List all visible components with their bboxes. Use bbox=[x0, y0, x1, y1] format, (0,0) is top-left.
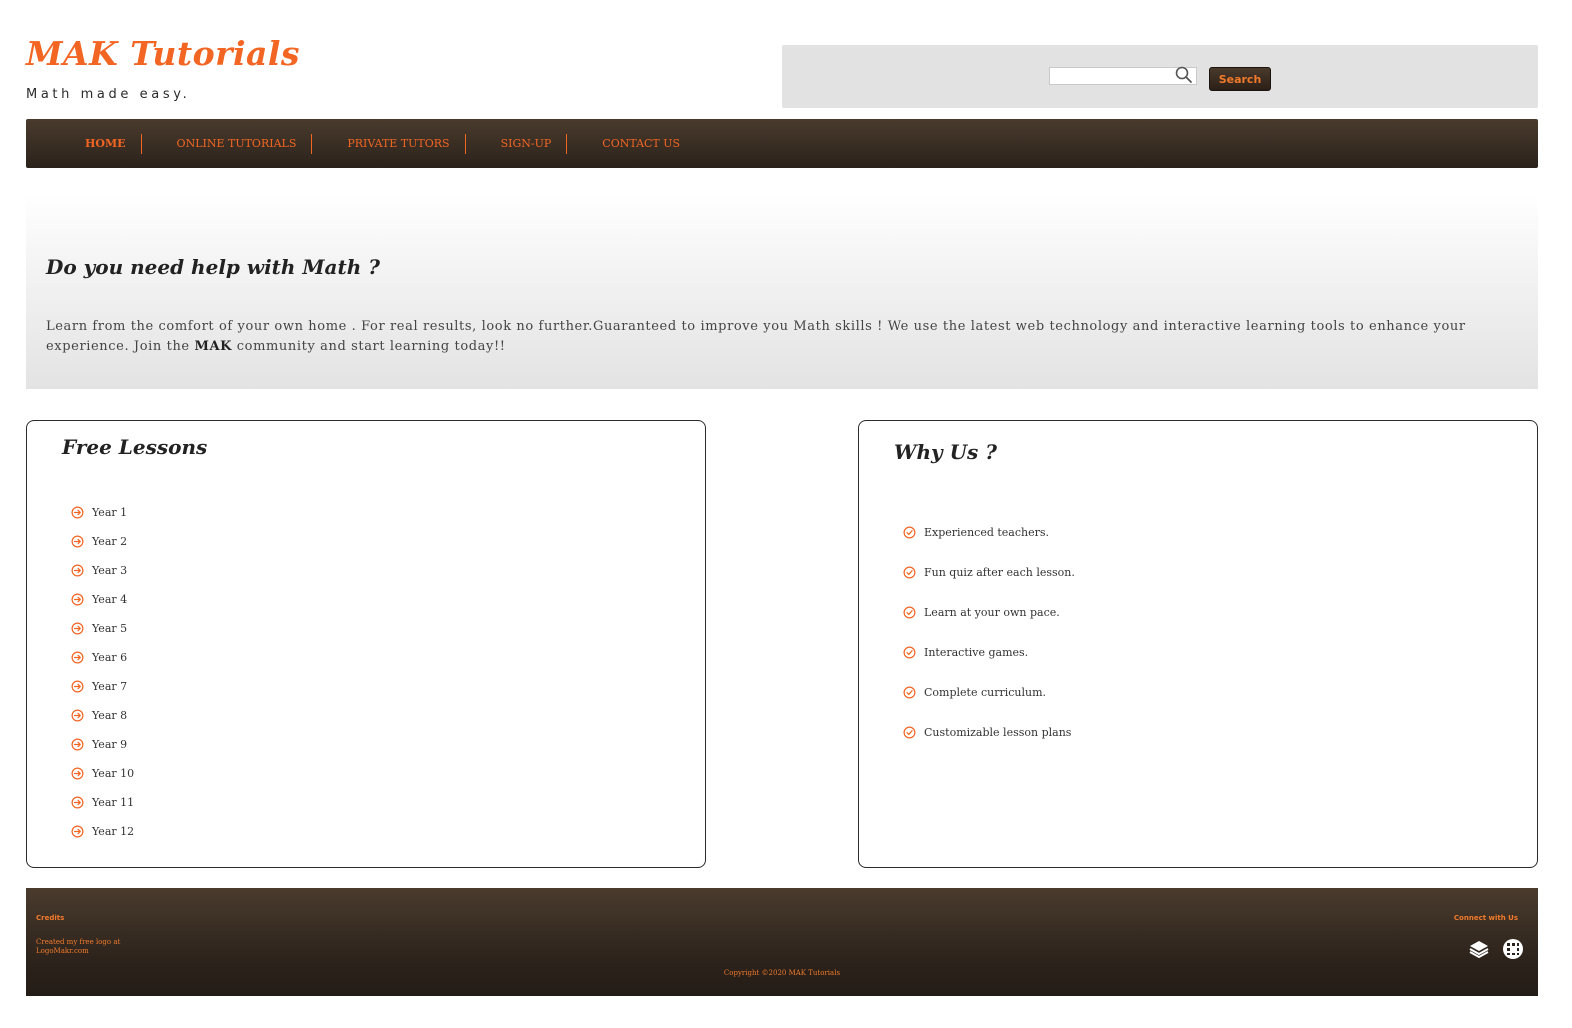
lesson-item[interactable]: Year 2 bbox=[71, 527, 134, 556]
search-panel: Search bbox=[782, 45, 1538, 108]
site-footer: Credits Created my free logo at LogoMakr… bbox=[26, 888, 1538, 996]
connect-title: Connect with Us bbox=[1453, 914, 1518, 922]
why-us-item-label: Interactive games. bbox=[924, 645, 1029, 659]
arrow-circle-right-icon bbox=[71, 680, 84, 693]
lesson-item[interactable]: Year 11 bbox=[71, 788, 134, 817]
copyright-text: Copyright ©2020 MAK Tutorials bbox=[723, 969, 841, 977]
lesson-item-label[interactable]: Year 3 bbox=[92, 564, 127, 577]
free-lessons-title: Free Lessons bbox=[62, 435, 208, 459]
why-us-item: Learn at your own pace. bbox=[903, 592, 1075, 632]
why-us-item-label: Experienced teachers. bbox=[924, 525, 1050, 539]
why-us-list: Experienced teachers. Fun quiz after each… bbox=[903, 512, 1075, 752]
arrow-circle-right-icon bbox=[71, 796, 84, 809]
why-us-item: Interactive games. bbox=[903, 632, 1075, 672]
nav-item-online-tutorials[interactable]: ONLINE TUTORIALS bbox=[162, 133, 313, 154]
hero-text-end: community and start learning today!! bbox=[232, 339, 506, 354]
layers-icon[interactable] bbox=[1468, 938, 1490, 960]
logomakr-link[interactable]: LogoMakr.com bbox=[36, 947, 120, 956]
main-navigation: HOME ONLINE TUTORIALS PRIVATE TUTORS SIGN-U… bbox=[26, 119, 1538, 168]
lesson-item[interactable]: Year 9 bbox=[71, 730, 134, 759]
arrow-circle-right-icon bbox=[71, 709, 84, 722]
arrow-circle-right-icon bbox=[71, 825, 84, 838]
lesson-item[interactable]: Year 7 bbox=[71, 672, 134, 701]
lesson-item[interactable]: Year 10 bbox=[71, 759, 134, 788]
magnifier-icon[interactable] bbox=[1174, 65, 1194, 85]
site-tagline: Math made easy. bbox=[26, 87, 191, 102]
lesson-list: Year 1 Year 2 Year 3 Year 4 Year 5 Year 6 Year… bbox=[71, 498, 134, 846]
credits-text: Created my free logo at LogoMakr.com bbox=[36, 938, 120, 956]
nav-item-contact-us[interactable]: CONTACT US bbox=[587, 134, 695, 154]
check-circle-icon bbox=[903, 526, 916, 538]
search-button[interactable]: Search bbox=[1209, 67, 1271, 91]
check-circle-icon bbox=[903, 686, 916, 698]
search-input[interactable] bbox=[1050, 71, 1182, 88]
lesson-item[interactable]: Year 1 bbox=[71, 498, 134, 527]
arrow-circle-right-icon bbox=[71, 651, 84, 664]
lesson-item-label[interactable]: Year 4 bbox=[92, 593, 127, 606]
lesson-item[interactable]: Year 5 bbox=[71, 614, 134, 643]
lesson-item-label[interactable]: Year 7 bbox=[92, 680, 127, 693]
lesson-item-label[interactable]: Year 6 bbox=[92, 651, 127, 664]
lesson-item-label[interactable]: Year 11 bbox=[92, 796, 134, 809]
arrow-circle-right-icon bbox=[71, 622, 84, 635]
nav-item-sign-up[interactable]: SIGN-UP bbox=[486, 133, 568, 154]
lesson-item-label[interactable]: Year 8 bbox=[92, 709, 127, 722]
check-circle-icon bbox=[903, 606, 916, 618]
why-us-item-label: Customizable lesson plans bbox=[924, 725, 1072, 739]
why-us-item-label: Learn at your own pace. bbox=[924, 605, 1060, 619]
hero-title: Do you need help with Math ? bbox=[46, 255, 380, 279]
grid-badge-icon[interactable] bbox=[1502, 938, 1524, 960]
why-us-card: Why Us ? Experienced teachers. Fun quiz a… bbox=[858, 420, 1538, 868]
search-box bbox=[1049, 65, 1197, 88]
social-links bbox=[1468, 938, 1524, 960]
credits-text-line: Created my free logo at bbox=[36, 938, 121, 946]
lesson-item-label[interactable]: Year 1 bbox=[92, 506, 127, 519]
nav-item-private-tutors[interactable]: PRIVATE TUTORS bbox=[332, 133, 466, 154]
why-us-item: Complete curriculum. bbox=[903, 672, 1075, 712]
hero-text: Learn from the comfort of your own home … bbox=[46, 317, 1518, 357]
why-us-title: Why Us ? bbox=[894, 440, 997, 464]
check-circle-icon bbox=[903, 566, 916, 578]
credits-title: Credits bbox=[36, 914, 65, 922]
lesson-item-label[interactable]: Year 9 bbox=[92, 738, 127, 751]
lesson-item-label[interactable]: Year 10 bbox=[92, 767, 134, 780]
nav-list: HOME ONLINE TUTORIALS PRIVATE TUTORS SIGN-U… bbox=[26, 119, 1538, 168]
why-us-item: Fun quiz after each lesson. bbox=[903, 552, 1075, 592]
lesson-item[interactable]: Year 12 bbox=[71, 817, 134, 846]
why-us-item: Customizable lesson plans bbox=[903, 712, 1075, 752]
free-lessons-card: Free Lessons Year 1 Year 2 Year 3 Year 4 Yea… bbox=[26, 420, 706, 868]
hero-banner: Do you need help with Math ? Learn from … bbox=[26, 193, 1538, 389]
site-logo[interactable]: MAK Tutorials bbox=[26, 34, 300, 73]
lesson-item[interactable]: Year 3 bbox=[71, 556, 134, 585]
arrow-circle-right-icon bbox=[71, 564, 84, 577]
lesson-item[interactable]: Year 6 bbox=[71, 643, 134, 672]
arrow-circle-right-icon bbox=[71, 506, 84, 519]
lesson-item[interactable]: Year 4 bbox=[71, 585, 134, 614]
arrow-circle-right-icon bbox=[71, 535, 84, 548]
why-us-item-label: Fun quiz after each lesson. bbox=[924, 565, 1075, 579]
why-us-item-label: Complete curriculum. bbox=[924, 685, 1047, 699]
lesson-item[interactable]: Year 8 bbox=[71, 701, 134, 730]
lesson-item-label[interactable]: Year 5 bbox=[92, 622, 127, 635]
check-circle-icon bbox=[903, 646, 916, 658]
why-us-item: Experienced teachers. bbox=[903, 512, 1075, 552]
lesson-item-label[interactable]: Year 2 bbox=[92, 535, 127, 548]
lesson-item-label[interactable]: Year 12 bbox=[92, 825, 134, 838]
check-circle-icon bbox=[903, 726, 916, 738]
arrow-circle-right-icon bbox=[71, 738, 84, 751]
hero-text-brand: MAK bbox=[194, 339, 233, 354]
arrow-circle-right-icon bbox=[71, 593, 84, 606]
arrow-circle-right-icon bbox=[71, 767, 84, 780]
nav-item-home[interactable]: HOME bbox=[85, 133, 142, 154]
